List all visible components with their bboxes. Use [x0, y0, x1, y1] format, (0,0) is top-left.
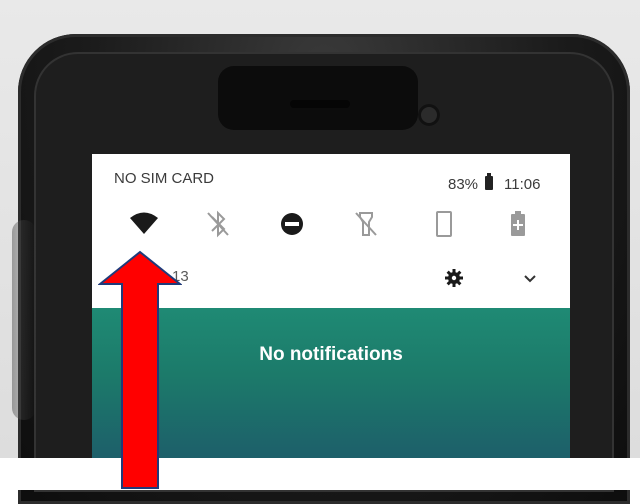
expand-button[interactable] — [520, 268, 540, 288]
status-clock: 11:06 — [504, 176, 541, 193]
qs-tile-bluetooth[interactable] — [198, 204, 238, 244]
qs-tile-wifi[interactable] — [124, 204, 164, 244]
qs-tile-dnd[interactable] — [272, 204, 312, 244]
bluetooth-off-icon — [207, 210, 229, 238]
carrier-label: NO SIM CARD — [114, 170, 215, 187]
status-bar: NO SIM CARD 83% 11:06 — [92, 154, 570, 194]
image-bottom-margin — [0, 458, 640, 490]
flashlight-off-icon — [355, 212, 377, 236]
qs-tile-flashlight[interactable] — [346, 204, 386, 244]
quick-settings-row — [92, 204, 570, 244]
case-glare — [12, 220, 36, 420]
earpiece-housing — [218, 66, 418, 130]
front-camera — [418, 104, 440, 126]
qs-tile-battery-saver[interactable] — [498, 204, 538, 244]
settings-button[interactable] — [442, 266, 466, 290]
qs-tile-auto-rotate[interactable] — [424, 204, 464, 244]
earpiece-speaker — [290, 100, 350, 108]
do-not-disturb-icon — [281, 213, 303, 235]
red-arrow-annotation — [98, 250, 182, 489]
battery-saver-icon — [511, 211, 525, 236]
portrait-rotate-icon — [436, 211, 452, 237]
battery-icon — [485, 173, 493, 190]
chevron-down-icon — [524, 275, 536, 283]
gear-icon — [445, 269, 463, 287]
wifi-icon — [130, 212, 158, 234]
battery-percent: 83% — [448, 176, 479, 193]
